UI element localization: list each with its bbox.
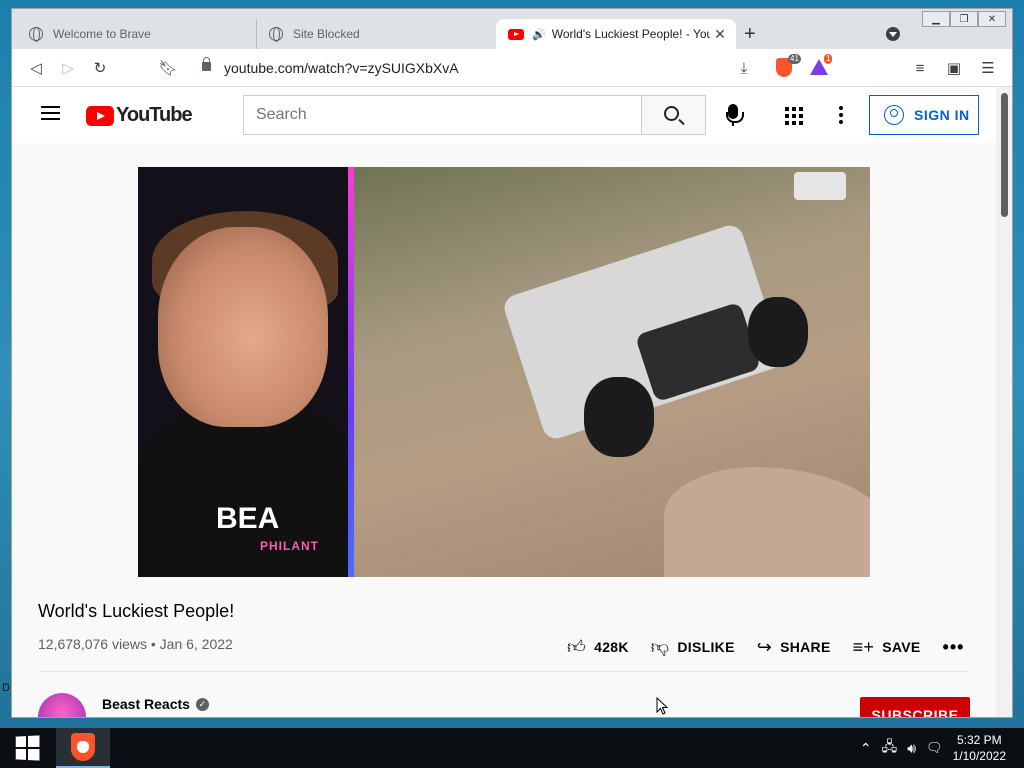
tab-youtube-active[interactable]: 🔊 World's Luckiest People! - You ✕ [496, 19, 736, 49]
back-icon[interactable]: ◁ [26, 58, 46, 78]
start-button[interactable] [0, 728, 54, 768]
thumbs-up-icon: 👍︎ [567, 637, 587, 657]
reload-icon[interactable]: ↻ [90, 58, 110, 78]
divider [38, 671, 970, 672]
shirt-print-text: BEA [216, 502, 280, 535]
page-scrollbar[interactable] [996, 87, 1012, 717]
globe-icon [269, 27, 283, 42]
taskbar: ⌃ 🖧︎ 🔊︎ 🗨︎ 5:32 PM 1/10/2022 [0, 728, 1024, 768]
desktop-icon-label-fragment: D [2, 682, 10, 694]
more-actions-icon[interactable]: ••• [943, 637, 965, 658]
browser-toolbar: ◁ ▷ ↻ 🔖︎ youtube.com/watch?v=zySUIGXbXvA… [12, 49, 1012, 87]
search-input[interactable] [243, 95, 642, 135]
volume-icon[interactable]: 🔊︎ [907, 740, 916, 757]
youtube-logo[interactable]: YouTube [86, 104, 193, 127]
channel-avatar[interactable] [38, 693, 86, 717]
lock-icon[interactable] [202, 57, 211, 71]
video-streamer-panel: BEA PHILANT [138, 167, 350, 577]
share-label: SHARE [780, 639, 831, 655]
youtube-header: YouTube SIGN IN [12, 87, 998, 143]
rewards-count-badge: 1 [824, 54, 833, 64]
clock-time: 5:32 PM [956, 733, 1002, 747]
channel-name[interactable]: Beast Reacts ✓ [102, 696, 209, 712]
hamburger-menu-icon[interactable] [41, 106, 60, 120]
media-playlist-icon[interactable]: ≡ [910, 58, 930, 78]
tab-title: Site Blocked [293, 27, 360, 41]
forward-icon[interactable]: ▷ [58, 58, 78, 78]
share-button[interactable]: ↪ SHARE [757, 637, 831, 658]
chevron-up-icon[interactable]: ⌃ [860, 740, 872, 757]
dislike-label: DISLIKE [677, 639, 735, 655]
video-meta: 12,678,076 views • Jan 6, 2022 [38, 636, 233, 652]
video-player[interactable]: BEA PHILANT [138, 167, 870, 577]
minimize-button[interactable]: ▁ [922, 11, 950, 27]
tab-site-blocked[interactable]: Site Blocked [256, 19, 496, 49]
account-icon [884, 105, 904, 125]
restore-button[interactable]: ❐ [950, 11, 978, 27]
upload-date: Jan 6, 2022 [159, 636, 233, 652]
tab-search-chevron-icon[interactable] [886, 27, 900, 41]
tab-title: World's Luckiest People! - You [551, 27, 710, 41]
youtube-play-icon [86, 105, 114, 126]
save-button[interactable]: ≡+ SAVE [853, 637, 921, 658]
video-actions: 👍︎ 428K 👎︎ DISLIKE ↪ SHARE ≡+ SAVE ••• [567, 636, 964, 658]
video-title: World's Luckiest People! [38, 601, 235, 621]
tab-welcome[interactable]: Welcome to Brave [17, 19, 257, 49]
network-icon[interactable]: 🖧︎ [882, 736, 898, 760]
search-icon [664, 106, 679, 121]
new-tab-button[interactable]: + [744, 23, 756, 46]
bookmark-icon[interactable]: 🔖︎ [158, 58, 178, 78]
search-button[interactable] [642, 95, 706, 135]
thumbs-down-icon: 👎︎ [650, 637, 670, 657]
playlist-add-icon: ≡+ [852, 636, 875, 657]
window-controls: ▁ ❐ ✕ [922, 11, 1006, 27]
youtube-page: YouTube SIGN IN BEA PHILANT [12, 87, 998, 717]
apps-grid-icon[interactable] [785, 107, 803, 125]
dislike-button[interactable]: 👎︎ DISLIKE [651, 636, 735, 658]
notification-center-icon[interactable]: 🗨︎ [926, 740, 943, 756]
subscribe-button[interactable]: SUBSCRIBE [860, 697, 970, 717]
clock-date: 1/10/2022 [952, 749, 1006, 763]
settings-more-icon[interactable] [839, 106, 843, 124]
browser-menu-icon[interactable]: ☰ [978, 58, 998, 78]
close-window-button[interactable]: ✕ [978, 11, 1006, 27]
globe-icon [29, 27, 43, 42]
youtube-favicon-icon [508, 28, 524, 40]
tab-title: Welcome to Brave [53, 27, 151, 41]
taskbar-brave-button[interactable] [56, 728, 110, 768]
channel-name-text: Beast Reacts [102, 696, 190, 712]
close-tab-icon[interactable]: ✕ [710, 26, 730, 43]
browser-window: Welcome to Brave Site Blocked 🔊 World's … [11, 8, 1013, 718]
brave-logo-icon [71, 733, 95, 761]
like-count: 428K [594, 639, 629, 655]
shirt-print-subtext: PHILANT [260, 539, 319, 553]
windows-logo-icon [15, 735, 40, 761]
scrollbar-thumb[interactable] [1001, 93, 1008, 217]
sign-in-button[interactable]: SIGN IN [869, 95, 979, 135]
clock[interactable]: 5:32 PM 1/10/2022 [953, 732, 1006, 764]
mouse-cursor-icon [656, 697, 668, 715]
shields-count-badge: 41 [788, 54, 801, 64]
verified-check-icon: ✓ [195, 697, 209, 711]
speaker-icon[interactable]: 🔊 [532, 28, 546, 41]
youtube-logo-text: YouTube [116, 104, 193, 126]
download-icon[interactable]: ⤓ [734, 58, 754, 78]
view-count: 12,678,076 views [38, 636, 147, 652]
like-button[interactable]: 👍︎ 428K [567, 636, 629, 658]
share-arrow-icon: ↪ [756, 636, 773, 657]
save-label: SAVE [882, 639, 921, 655]
tab-strip: Welcome to Brave Site Blocked 🔊 World's … [12, 9, 1012, 49]
microphone-icon[interactable] [726, 104, 744, 126]
wallet-icon[interactable]: ▣ [944, 58, 964, 78]
address-bar[interactable]: youtube.com/watch?v=zySUIGXbXvA [224, 60, 459, 76]
system-tray: ⌃ 🖧︎ 🔊︎ 🗨︎ 5:32 PM 1/10/2022 [860, 728, 1024, 768]
sign-in-label: SIGN IN [914, 107, 970, 123]
